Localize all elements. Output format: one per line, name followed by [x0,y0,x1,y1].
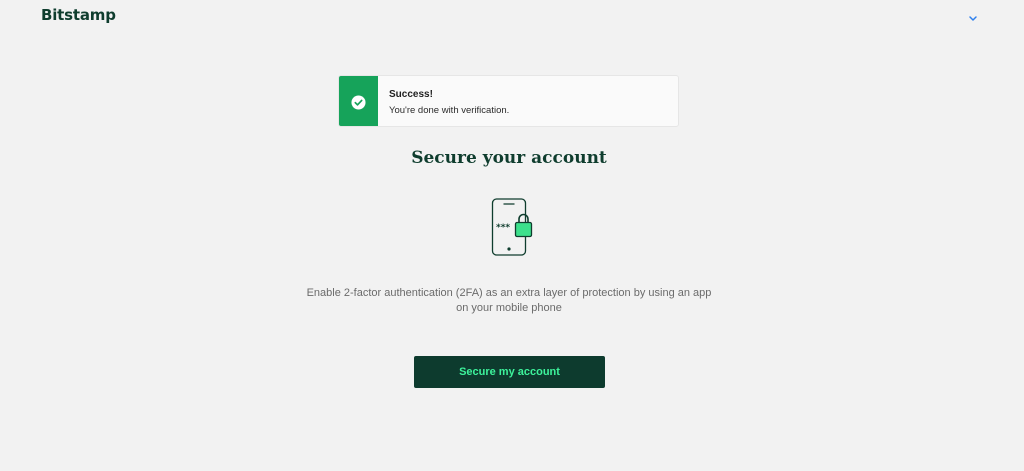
svg-text:***: *** [496,223,510,233]
success-alert: Success! You're done with verification. [338,75,679,127]
alert-title: Success! [389,89,433,100]
phone-lock-icon: *** [491,198,533,256]
bitstamp-logo[interactable]: Bitstamp [41,6,116,24]
2fa-description: Enable 2-factor authentication (2FA) as … [306,287,712,314]
alert-accent-strip [339,76,378,126]
page-title: Secure your account [411,148,607,168]
chevron-down-icon[interactable] [966,12,980,24]
check-circle-icon [351,95,366,110]
secure-my-account-button[interactable]: Secure my account [414,356,605,388]
page: Bitstamp Success! You're done with verif… [0,0,1024,471]
alert-message: You're done with verification. [389,105,510,116]
